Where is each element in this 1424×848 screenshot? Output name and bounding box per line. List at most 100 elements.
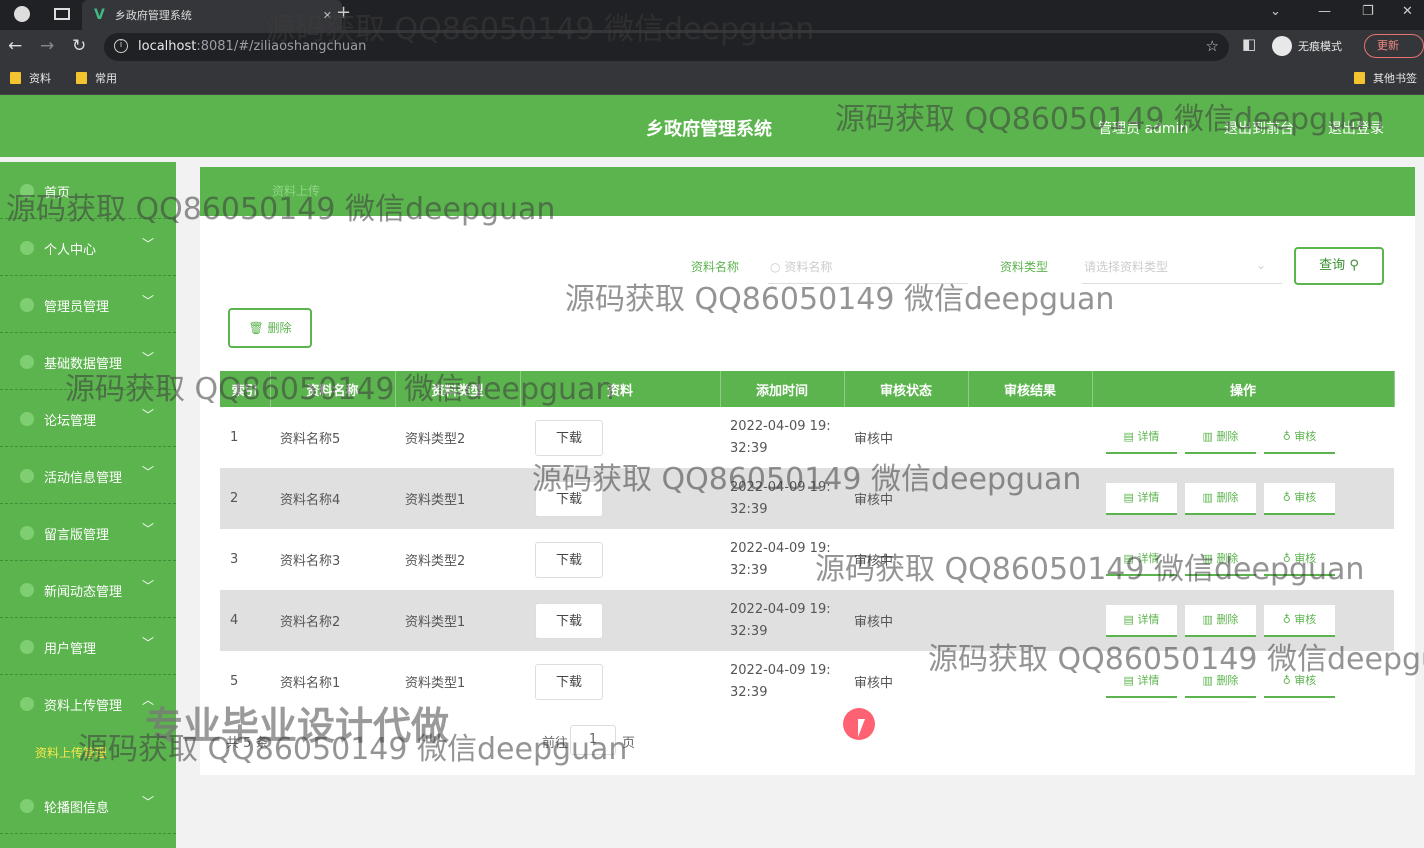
cell-date: 2022-04-09 19: 32:39 bbox=[720, 407, 844, 468]
trash-icon: ▥ bbox=[1202, 551, 1217, 565]
sidebar-item-forum[interactable]: 论坛管理 ﹀ bbox=[0, 390, 176, 447]
chevron-down-icon: ﹀ bbox=[142, 795, 155, 809]
review-button[interactable]: ♁ 审核 bbox=[1264, 665, 1335, 698]
query-label: 查询 bbox=[1319, 258, 1346, 273]
sidebar-item-label: 个人中心 bbox=[44, 243, 97, 258]
trash-icon: 🗑 bbox=[248, 321, 264, 335]
date-text: 2022-04-09 19: bbox=[730, 662, 831, 678]
time-text: 32:39 bbox=[730, 440, 768, 456]
chevron-down-icon: ﹀ bbox=[142, 408, 155, 422]
bookmark-folder-ziliao[interactable]: 资料 bbox=[10, 70, 51, 86]
update-button[interactable]: 更新 bbox=[1364, 34, 1424, 58]
download-button[interactable]: 下载 bbox=[535, 480, 603, 517]
incognito-tab-icon[interactable] bbox=[14, 6, 30, 22]
detail-button[interactable]: ▤ 详情 bbox=[1106, 665, 1177, 698]
home-icon bbox=[20, 184, 34, 198]
sidebar-item-home[interactable]: 首页 bbox=[0, 162, 176, 219]
review-button[interactable]: ♁ 审核 bbox=[1264, 421, 1335, 454]
download-button[interactable]: 下载 bbox=[535, 663, 603, 700]
bookmark-folder-changyong[interactable]: 常用 bbox=[76, 70, 117, 86]
forward-icon[interactable]: → bbox=[40, 36, 54, 56]
detail-button[interactable]: ▤ 详情 bbox=[1106, 421, 1177, 454]
review-label: 审核 bbox=[1294, 490, 1317, 504]
minimize-icon[interactable]: — bbox=[1318, 4, 1331, 19]
sidebar-item-label: 新闻动态管理 bbox=[44, 585, 123, 600]
cell-file: 下载 bbox=[520, 407, 720, 468]
review-label: 审核 bbox=[1294, 612, 1317, 626]
column-header[interactable]: 资料类型 bbox=[395, 371, 521, 407]
delete-button[interactable]: ▥ 删除 bbox=[1185, 604, 1256, 637]
trash-icon: ▥ bbox=[1202, 429, 1217, 443]
bulk-delete-button[interactable]: 🗑 删除 bbox=[228, 308, 312, 348]
close-window-icon[interactable]: ✕ bbox=[1402, 4, 1413, 19]
sidebar-item-admins[interactable]: 管理员管理 ﹀ bbox=[0, 276, 176, 333]
review-button[interactable]: ♁ 审核 bbox=[1264, 604, 1335, 637]
detail-label: 详情 bbox=[1137, 673, 1160, 687]
app-header: 乡政府管理系统 管理员 admin 退出到前台 退出登录 bbox=[0, 95, 1424, 157]
download-button[interactable]: 下载 bbox=[535, 419, 603, 456]
url-input[interactable]: i localhost:8081/#/ziliaoshangchuan ☆ bbox=[104, 33, 1229, 61]
other-bookmarks[interactable]: 其他书签 bbox=[1354, 70, 1417, 86]
name-search-input[interactable]: ○ 资料名称 bbox=[768, 256, 968, 284]
sidebar-item-activity[interactable]: 活动信息管理 ﹀ bbox=[0, 447, 176, 504]
column-header[interactable]: 添加时间 bbox=[720, 371, 845, 407]
new-tab-icon[interactable]: + bbox=[336, 2, 351, 23]
column-header[interactable]: 索引 bbox=[220, 371, 271, 407]
bookmark-star-icon[interactable]: ☆ bbox=[1206, 37, 1219, 55]
cell-actions: ▤ 详情 ▥ 删除 ♁ 审核 bbox=[1092, 407, 1394, 468]
sidebar-item-carousel[interactable]: 轮播图信息 ﹀ bbox=[0, 777, 176, 834]
delete-button[interactable]: ▥ 删除 bbox=[1185, 665, 1256, 698]
column-header[interactable]: 资料 bbox=[520, 371, 721, 407]
chevron-down-icon: ﹀ bbox=[142, 465, 155, 479]
column-header[interactable]: 资料名称 bbox=[270, 371, 396, 407]
chevron-down-icon: ﹀ bbox=[142, 294, 155, 308]
sidebar-item-news[interactable]: 新闻动态管理 ﹀ bbox=[0, 561, 176, 618]
detail-button[interactable]: ▤ 详情 bbox=[1106, 543, 1177, 576]
back-icon[interactable]: ← bbox=[8, 36, 22, 56]
cell-file: 下载 bbox=[520, 590, 720, 651]
sidebar-item-users[interactable]: 用户管理 ﹀ bbox=[0, 618, 176, 675]
logout-link[interactable]: 退出登录 bbox=[1328, 118, 1384, 138]
delete-button[interactable]: ▥ 删除 bbox=[1185, 543, 1256, 576]
sidebar-item-guestbook[interactable]: 留言版管理 ﹀ bbox=[0, 504, 176, 561]
close-tab-icon[interactable]: ✕ bbox=[323, 9, 332, 22]
sidebar-item-label: 用户管理 bbox=[44, 642, 97, 657]
window-tab-icon[interactable] bbox=[54, 8, 70, 20]
type-select[interactable]: 请选择资料类型 ⌄ bbox=[1082, 256, 1282, 284]
cell-result bbox=[968, 590, 1092, 651]
incognito-badge[interactable]: 无痕模式 bbox=[1272, 36, 1342, 56]
date-text: 2022-04-09 19: bbox=[730, 540, 831, 556]
update-label: 更新 bbox=[1377, 39, 1399, 52]
chevron-down-icon: ﹀ bbox=[142, 237, 155, 251]
thumb-icon: ♁ bbox=[1282, 429, 1295, 443]
sidebar-subitem-upload[interactable]: 资料上传管理 bbox=[35, 744, 107, 761]
tab-search-icon[interactable]: ⌄ bbox=[1270, 4, 1281, 19]
download-button[interactable]: 下载 bbox=[535, 602, 603, 639]
detail-button[interactable]: ▤ 详情 bbox=[1106, 604, 1177, 637]
thumb-icon: ♁ bbox=[1282, 551, 1295, 565]
vue-logo-icon: V bbox=[94, 7, 105, 23]
column-header[interactable]: 审核状态 bbox=[844, 371, 969, 407]
browser-tab[interactable]: V 乡政府管理系统 ✕ bbox=[82, 0, 342, 30]
query-button[interactable]: 查询 ⚲ bbox=[1294, 247, 1384, 285]
thumb-icon: ♁ bbox=[1282, 612, 1295, 626]
review-button[interactable]: ♁ 审核 bbox=[1264, 482, 1335, 515]
download-button[interactable]: 下载 bbox=[535, 541, 603, 578]
review-button[interactable]: ♁ 审核 bbox=[1264, 543, 1335, 576]
back-to-front-link[interactable]: 退出到前台 bbox=[1224, 118, 1294, 138]
side-panel-icon[interactable]: ◧ bbox=[1242, 35, 1256, 53]
delete-button[interactable]: ▥ 删除 bbox=[1185, 421, 1256, 454]
sidebar-item-basedata[interactable]: 基础数据管理 ﹀ bbox=[0, 333, 176, 390]
chevron-down-icon: ﹀ bbox=[142, 351, 155, 365]
column-header[interactable]: 操作 bbox=[1092, 371, 1395, 407]
restore-icon[interactable]: ❐ bbox=[1362, 4, 1374, 19]
cell-type: 资料类型1 bbox=[395, 468, 520, 529]
reload-icon[interactable]: ↻ bbox=[72, 36, 86, 56]
detail-button[interactable]: ▤ 详情 bbox=[1106, 482, 1177, 515]
sidebar-item-personal[interactable]: 个人中心 ﹀ bbox=[0, 219, 176, 276]
page-number-input[interactable]: 1 bbox=[570, 725, 616, 755]
column-header[interactable]: 审核结果 bbox=[968, 371, 1093, 407]
delete-button[interactable]: ▥ 删除 bbox=[1185, 482, 1256, 515]
info-icon[interactable]: i bbox=[114, 39, 128, 53]
data-table: 索引 资料名称 资料类型 资料 添加时间 审核状态 审核结果 操作 1 资料名称5… bbox=[220, 371, 1395, 712]
